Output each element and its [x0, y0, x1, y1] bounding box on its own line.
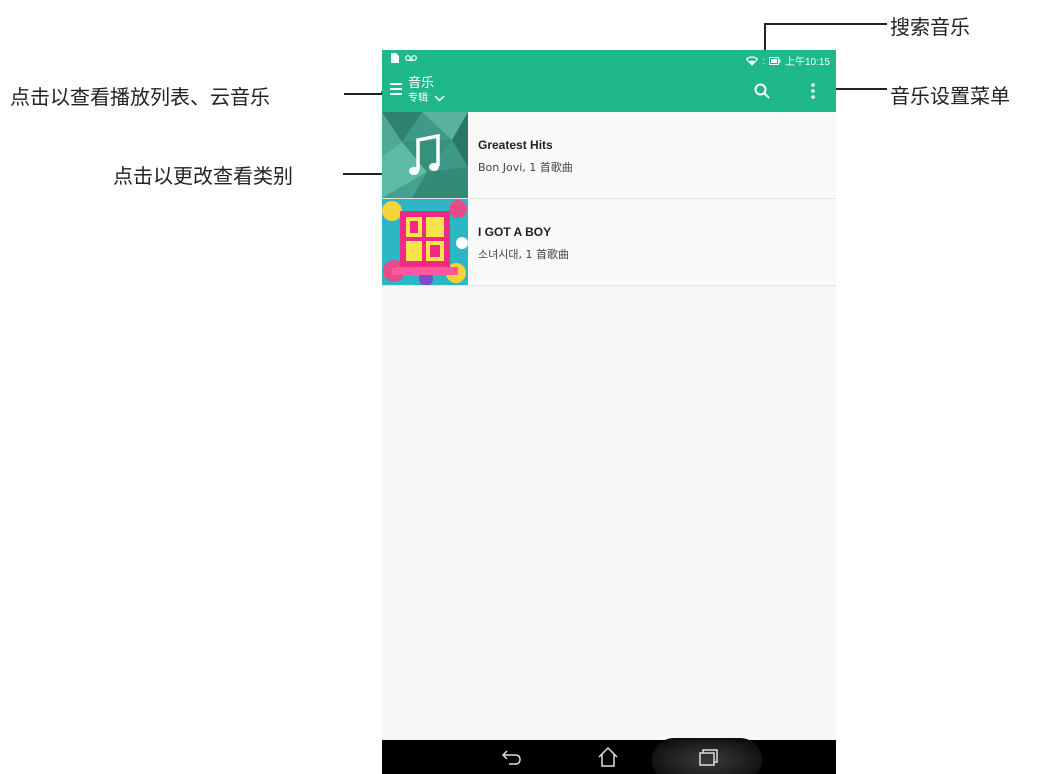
annotation-search-line-h — [765, 23, 887, 25]
album-subtitle: Bon Jovi, 1 首歌曲 — [478, 161, 573, 174]
annotation-menu: 点击以查看播放列表、云音乐 — [10, 85, 270, 109]
back-icon — [501, 750, 521, 765]
recent-apps-icon — [699, 749, 718, 766]
category-selector[interactable]: 专辑 — [408, 92, 445, 105]
annotation-search: 搜索音乐 — [890, 15, 970, 39]
album-item-i-got-a-boy[interactable]: I GOT A BOY 소녀시대, 1 首歌曲 — [382, 199, 836, 286]
category-label: 专辑 — [408, 93, 428, 104]
annotation-category: 点击以更改查看类别 — [113, 164, 293, 188]
search-icon[interactable] — [754, 83, 770, 99]
album-title: I GOT A BOY — [478, 225, 552, 239]
navigation-bar — [382, 738, 836, 774]
menu-icon[interactable] — [390, 83, 402, 95]
album-subtitle: 소녀시대, 1 首歌曲 — [478, 248, 569, 261]
status-time: 上午10:15 — [784, 57, 830, 68]
annotation-settings: 音乐设置菜单 — [890, 84, 1010, 108]
chevron-down-icon — [434, 95, 445, 102]
voicemail-icon — [405, 55, 417, 61]
home-button[interactable] — [578, 740, 638, 774]
wifi-icon — [746, 55, 759, 66]
album-title: Greatest Hits — [478, 138, 553, 152]
file-icon — [391, 53, 399, 63]
status-bar: : 上午10:15 — [382, 50, 836, 69]
album-cover-art — [382, 199, 468, 285]
back-button[interactable] — [482, 740, 542, 774]
annotation-menu-line — [344, 93, 384, 95]
battery-icon — [768, 56, 781, 65]
app-title: 音乐 — [408, 76, 435, 91]
album-cover-default — [382, 112, 468, 198]
album-item-greatest-hits[interactable]: Greatest Hits Bon Jovi, 1 首歌曲 — [382, 112, 836, 199]
home-icon — [598, 747, 618, 767]
more-menu-icon[interactable] — [811, 83, 815, 99]
phone-screen: : 上午10:15 音乐 专辑 Greatest Hits Bon Jovi, … — [382, 50, 836, 774]
recent-apps-button[interactable] — [678, 740, 738, 774]
app-bar: 音乐 专辑 — [382, 69, 836, 112]
